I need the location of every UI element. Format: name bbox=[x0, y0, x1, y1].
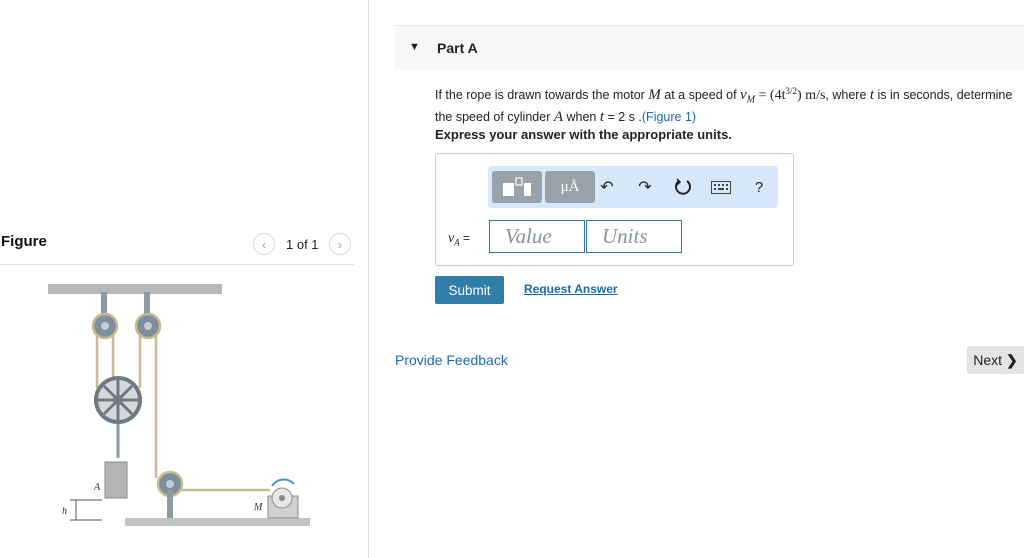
figure-title: Figure bbox=[1, 233, 47, 250]
instruction-text: Express your answer with the appropriate… bbox=[435, 127, 732, 142]
figure-counter: 1 of 1 bbox=[286, 237, 319, 252]
figure-header: Figure ‹ 1 of 1 › bbox=[0, 226, 354, 265]
figure-link[interactable]: (Figure 1) bbox=[642, 110, 696, 124]
figure-prev-button[interactable]: ‹ bbox=[253, 233, 275, 255]
caret-down-icon[interactable]: ▼ bbox=[409, 41, 420, 53]
ceiling-pulley-right bbox=[134, 292, 162, 340]
keyboard-icon[interactable] bbox=[710, 176, 732, 198]
pulley-diagram: A h M bbox=[48, 284, 310, 526]
next-button[interactable]: Next ❯ bbox=[967, 346, 1024, 374]
height-label: h bbox=[62, 506, 67, 517]
help-icon[interactable]: ? bbox=[748, 176, 770, 198]
cylinder-label: A bbox=[93, 482, 101, 493]
templates-icon bbox=[503, 177, 531, 196]
next-label: Next bbox=[973, 352, 1003, 368]
ceiling-pulley-left bbox=[91, 292, 119, 340]
ground-pulley bbox=[156, 470, 184, 518]
ceiling bbox=[48, 284, 222, 294]
figure-next-button[interactable]: › bbox=[329, 233, 351, 255]
units-input[interactable] bbox=[586, 220, 682, 253]
submit-button[interactable]: Submit bbox=[435, 276, 504, 304]
motor-label: M bbox=[253, 502, 263, 513]
provide-feedback-link[interactable]: Provide Feedback bbox=[395, 352, 508, 368]
chevron-right-icon: ❯ bbox=[1006, 351, 1018, 368]
request-answer-link[interactable]: Request Answer bbox=[524, 282, 618, 296]
motor bbox=[267, 478, 299, 519]
templates-button[interactable] bbox=[492, 171, 542, 203]
figure-panel: Figure ‹ 1 of 1 › A h M bbox=[0, 0, 369, 558]
value-input[interactable] bbox=[489, 220, 585, 253]
part-title: Part A bbox=[437, 40, 478, 56]
movable-pulley bbox=[94, 376, 142, 458]
reset-icon[interactable] bbox=[672, 176, 694, 198]
undo-icon[interactable]: ↶ bbox=[596, 176, 618, 198]
math-toolbar: μÅ ↶ ↷ ? bbox=[488, 166, 778, 208]
redo-icon[interactable]: ↷ bbox=[634, 176, 656, 198]
chevron-right-icon: › bbox=[337, 236, 343, 252]
answer-box: μÅ ↶ ↷ ? vA = bbox=[435, 153, 794, 266]
chevron-left-icon: ‹ bbox=[261, 236, 267, 252]
part-a-header[interactable]: ▼ Part A bbox=[395, 25, 1024, 70]
units-button[interactable]: μÅ bbox=[545, 171, 595, 203]
ground bbox=[125, 518, 310, 526]
cylinder-a bbox=[104, 461, 128, 499]
answer-label: vA = bbox=[448, 231, 471, 248]
question-text: If the rope is drawn towards the motor M… bbox=[435, 86, 1013, 125]
